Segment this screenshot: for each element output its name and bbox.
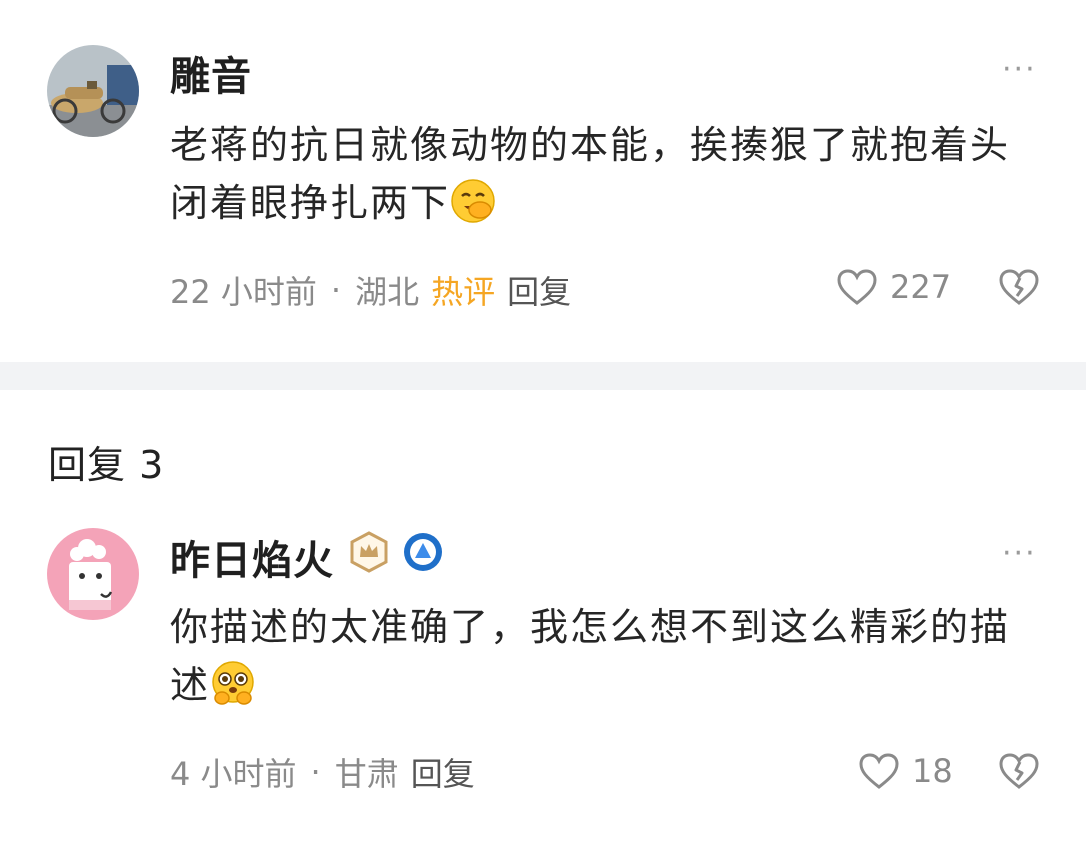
- dislike-button[interactable]: [998, 268, 1040, 310]
- replies-header: 回复 3: [48, 443, 165, 487]
- location: 甘肃: [334, 755, 399, 793]
- like-button[interactable]: 227: [836, 268, 951, 306]
- username[interactable]: 昨日焰火: [170, 528, 334, 586]
- comment-body: 老蒋的抗日就像动物的本能，挨揍狠了就抱着头闭着眼挣扎两下: [170, 123, 1011, 225]
- timestamp: 22 小时前: [170, 273, 317, 311]
- pleading-hands-emoji: [210, 660, 256, 722]
- heart-icon: [837, 269, 877, 305]
- reply-button[interactable]: 回复: [411, 749, 475, 795]
- avatar[interactable]: [47, 528, 139, 620]
- comment-meta: 22 小时前 · 湖北 热评 回复: [170, 267, 571, 313]
- dislike-button[interactable]: [998, 752, 1040, 794]
- avatar[interactable]: [47, 45, 139, 137]
- timestamp: 4 小时前: [170, 755, 297, 793]
- like-button[interactable]: 18: [858, 752, 953, 790]
- username[interactable]: 雕音: [170, 44, 252, 102]
- reply-meta: 4 小时前 · 甘肃 回复: [170, 749, 475, 795]
- broken-heart-icon: [999, 753, 1039, 789]
- more-options-icon[interactable]: ···: [1002, 536, 1037, 571]
- separator: ·: [330, 271, 342, 309]
- more-options-icon[interactable]: ···: [1002, 52, 1037, 87]
- reply-text: 你描述的太准确了，我怎么想不到这么精彩的描述: [170, 598, 1030, 722]
- heart-icon: [859, 753, 899, 789]
- crown-badge-icon[interactable]: [348, 531, 390, 583]
- hot-comment-badge: 热评: [431, 273, 496, 311]
- broken-heart-icon: [999, 269, 1039, 305]
- level-badge-icon[interactable]: [402, 531, 444, 583]
- like-count: 18: [912, 752, 953, 790]
- grinning-cover-mouth-emoji: [450, 178, 496, 240]
- like-count: 227: [890, 268, 952, 306]
- comment-text: 老蒋的抗日就像动物的本能，挨揍狠了就抱着头闭着眼挣扎两下: [170, 116, 1030, 240]
- reply-body: 你描述的太准确了，我怎么想不到这么精彩的描述: [170, 605, 1011, 707]
- reply-button[interactable]: 回复: [507, 267, 571, 313]
- motorcycle-avatar-image: [47, 45, 139, 137]
- separator: ·: [310, 753, 321, 791]
- section-divider: [0, 362, 1086, 390]
- username-row: 昨日焰火: [170, 528, 444, 586]
- pink-cartoon-avatar-image: [47, 528, 139, 620]
- location: 湖北: [355, 273, 420, 311]
